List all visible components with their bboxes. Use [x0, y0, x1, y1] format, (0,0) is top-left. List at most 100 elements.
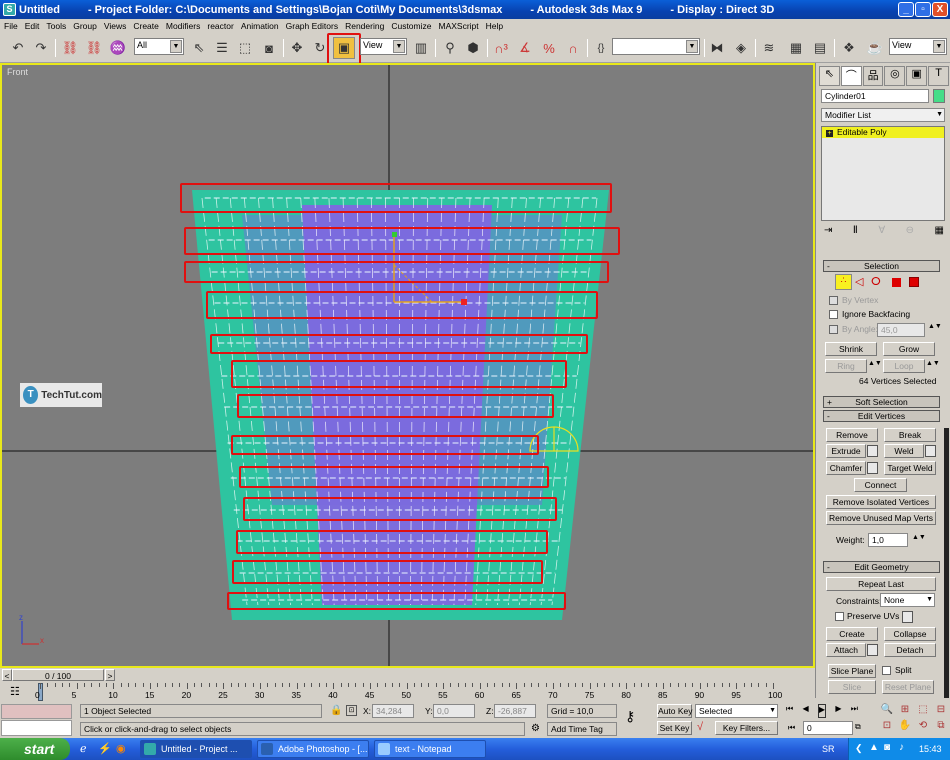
key-filters-button[interactable]: Key Filters...: [715, 721, 778, 735]
select-and-link-icon[interactable]: ⛓: [59, 37, 81, 59]
previous-frame-button[interactable]: <: [2, 669, 12, 681]
target-weld-button[interactable]: Target Weld: [884, 461, 936, 475]
modifier-list-dropdown[interactable]: Modifier List ▼: [821, 108, 945, 122]
constraints-dropdown[interactable]: None ▼: [880, 593, 935, 607]
menu-modifiers[interactable]: Modifiers: [162, 21, 203, 31]
slice-plane-button[interactable]: Slice Plane: [828, 664, 876, 678]
y-coordinate-input[interactable]: 0,0: [433, 704, 475, 718]
by-angle-checkbox[interactable]: [829, 325, 838, 334]
selection-filter-dropdown[interactable]: All ▼: [134, 38, 184, 55]
render-type-dropdown[interactable]: View ▼: [889, 38, 947, 55]
language-indicator[interactable]: SR: [822, 744, 835, 754]
start-button[interactable]: start: [0, 738, 70, 760]
weight-input[interactable]: 1,0: [868, 533, 908, 547]
stack-item-editable-poly[interactable]: + Editable Poly: [822, 127, 944, 138]
weight-spinner[interactable]: ▲▼: [912, 534, 926, 541]
render-scene-icon[interactable]: ☕: [864, 37, 886, 59]
gizmo-x-handle[interactable]: [461, 299, 467, 305]
x-coordinate-input[interactable]: 34,284: [372, 704, 414, 718]
material-editor-icon[interactable]: ❖: [838, 37, 860, 59]
schematic-view-icon[interactable]: ▤: [809, 37, 831, 59]
weld-button[interactable]: Weld: [884, 444, 924, 458]
angle-input[interactable]: 45,0: [877, 323, 925, 337]
weld-settings-icon[interactable]: [925, 445, 936, 457]
region-zoom-icon[interactable]: ⊡: [878, 720, 896, 736]
border-mode-icon[interactable]: ⵔ: [871, 275, 881, 288]
zoom-all-icon[interactable]: ⊞: [896, 704, 914, 720]
zoom-extents-icon[interactable]: ⬚: [914, 704, 932, 720]
maximize-button[interactable]: ▫: [915, 2, 931, 17]
create-button[interactable]: Create: [826, 627, 878, 641]
slice-button[interactable]: Slice: [828, 680, 876, 694]
menu-file[interactable]: File: [0, 21, 21, 31]
play-icon[interactable]: ▶: [817, 704, 827, 718]
extrude-settings-icon[interactable]: [867, 445, 878, 457]
window-crossing-icon[interactable]: ◙: [258, 37, 280, 59]
set-key-button[interactable]: Set Key: [657, 721, 692, 735]
menu-customize[interactable]: Customize: [387, 21, 434, 31]
tray-volume-icon[interactable]: ♪: [899, 742, 904, 753]
command-panel-scrollbar[interactable]: [944, 428, 949, 698]
named-selection-sets-dropdown[interactable]: ▼: [612, 38, 700, 55]
ring-button[interactable]: Ring: [825, 359, 867, 373]
minimize-button[interactable]: _: [898, 2, 914, 17]
menu-maxscript[interactable]: MAXScript: [434, 21, 481, 31]
expand-icon[interactable]: +: [826, 130, 833, 137]
maximize-viewport-icon[interactable]: ⧉: [932, 720, 950, 736]
use-pivot-point-center-icon[interactable]: ▥: [410, 37, 432, 59]
break-button[interactable]: Break: [884, 428, 936, 442]
select-and-move-icon[interactable]: ✥: [286, 37, 308, 59]
split-checkbox[interactable]: [882, 666, 891, 675]
menu-create[interactable]: Create: [129, 21, 162, 31]
time-tag-icon[interactable]: ⚙: [531, 723, 540, 734]
time-slider-thumb[interactable]: 0 / 100: [12, 669, 104, 681]
set-key-key-icon[interactable]: ⚷: [625, 708, 650, 730]
keyboard-shortcut-override-icon[interactable]: ⬢: [462, 37, 484, 59]
object-name-field[interactable]: Cylinder01: [821, 89, 929, 103]
arc-rotate-icon[interactable]: ⟲: [914, 720, 932, 736]
make-unique-icon[interactable]: ∀: [878, 225, 885, 239]
menu-rendering[interactable]: Rendering: [341, 21, 387, 31]
menu-group[interactable]: Group: [69, 21, 100, 31]
key-mode-dropdown[interactable]: Selected ▼: [695, 704, 778, 718]
unlink-selection-icon[interactable]: ⛓: [83, 37, 105, 59]
preserve-uvs-checkbox[interactable]: [835, 612, 844, 621]
element-mode-icon[interactable]: [909, 277, 919, 287]
display-tab-icon[interactable]: ▣: [906, 66, 928, 86]
by-vertex-checkbox[interactable]: [829, 296, 838, 305]
maxscript-listener-mini[interactable]: [1, 704, 72, 719]
remove-isolated-vertices-button[interactable]: Remove Isolated Vertices: [826, 495, 936, 509]
next-frame-icon[interactable]: ▶: [835, 704, 841, 718]
select-object-icon[interactable]: ⇖: [188, 37, 210, 59]
attach-settings-icon[interactable]: [867, 644, 878, 656]
add-time-tag[interactable]: Add Time Tag: [547, 722, 617, 736]
show-end-result-icon[interactable]: Ⅱ: [853, 225, 858, 239]
task-3dsmax[interactable]: Untitled - Project ...: [140, 740, 252, 758]
task-photoshop[interactable]: Adobe Photoshop - [...: [257, 740, 369, 758]
redo-icon[interactable]: ↷: [30, 37, 52, 59]
shrink-button[interactable]: Shrink: [825, 342, 877, 356]
select-by-name-icon[interactable]: ☰: [211, 37, 233, 59]
zoom-extents-all-icon[interactable]: ⊟: [932, 704, 950, 720]
soft-selection-rollout-header[interactable]: + Soft Selection: [823, 396, 940, 408]
attach-button[interactable]: Attach: [826, 643, 866, 657]
edit-geometry-rollout-header[interactable]: - Edit Geometry: [823, 561, 940, 573]
percent-snap-icon[interactable]: %: [538, 37, 560, 59]
grow-button[interactable]: Grow: [883, 342, 935, 356]
menu-reactor[interactable]: reactor: [203, 21, 236, 31]
key-mode-toggle-icon[interactable]: ⏮: [788, 723, 795, 733]
object-color-swatch[interactable]: [933, 89, 945, 103]
edge-mode-icon[interactable]: ◁: [855, 275, 863, 288]
quicklaunch-icon[interactable]: ⚡: [98, 742, 112, 755]
chamfer-settings-icon[interactable]: [867, 462, 878, 474]
gizmo-y-handle[interactable]: [392, 232, 397, 237]
create-tab-icon[interactable]: ⇖: [819, 66, 840, 86]
menu-help[interactable]: Help: [482, 21, 506, 31]
remove-unused-map-verts-button[interactable]: Remove Unused Map Verts: [826, 511, 936, 525]
next-frame-button[interactable]: >: [105, 669, 115, 681]
angle-spinner[interactable]: ▲▼: [928, 323, 942, 330]
angle-snap-icon[interactable]: ∡: [514, 37, 536, 59]
z-coordinate-input[interactable]: -26,887: [494, 704, 536, 718]
align-icon[interactable]: ◈: [730, 37, 752, 59]
zoom-icon[interactable]: 🔍: [878, 704, 896, 720]
